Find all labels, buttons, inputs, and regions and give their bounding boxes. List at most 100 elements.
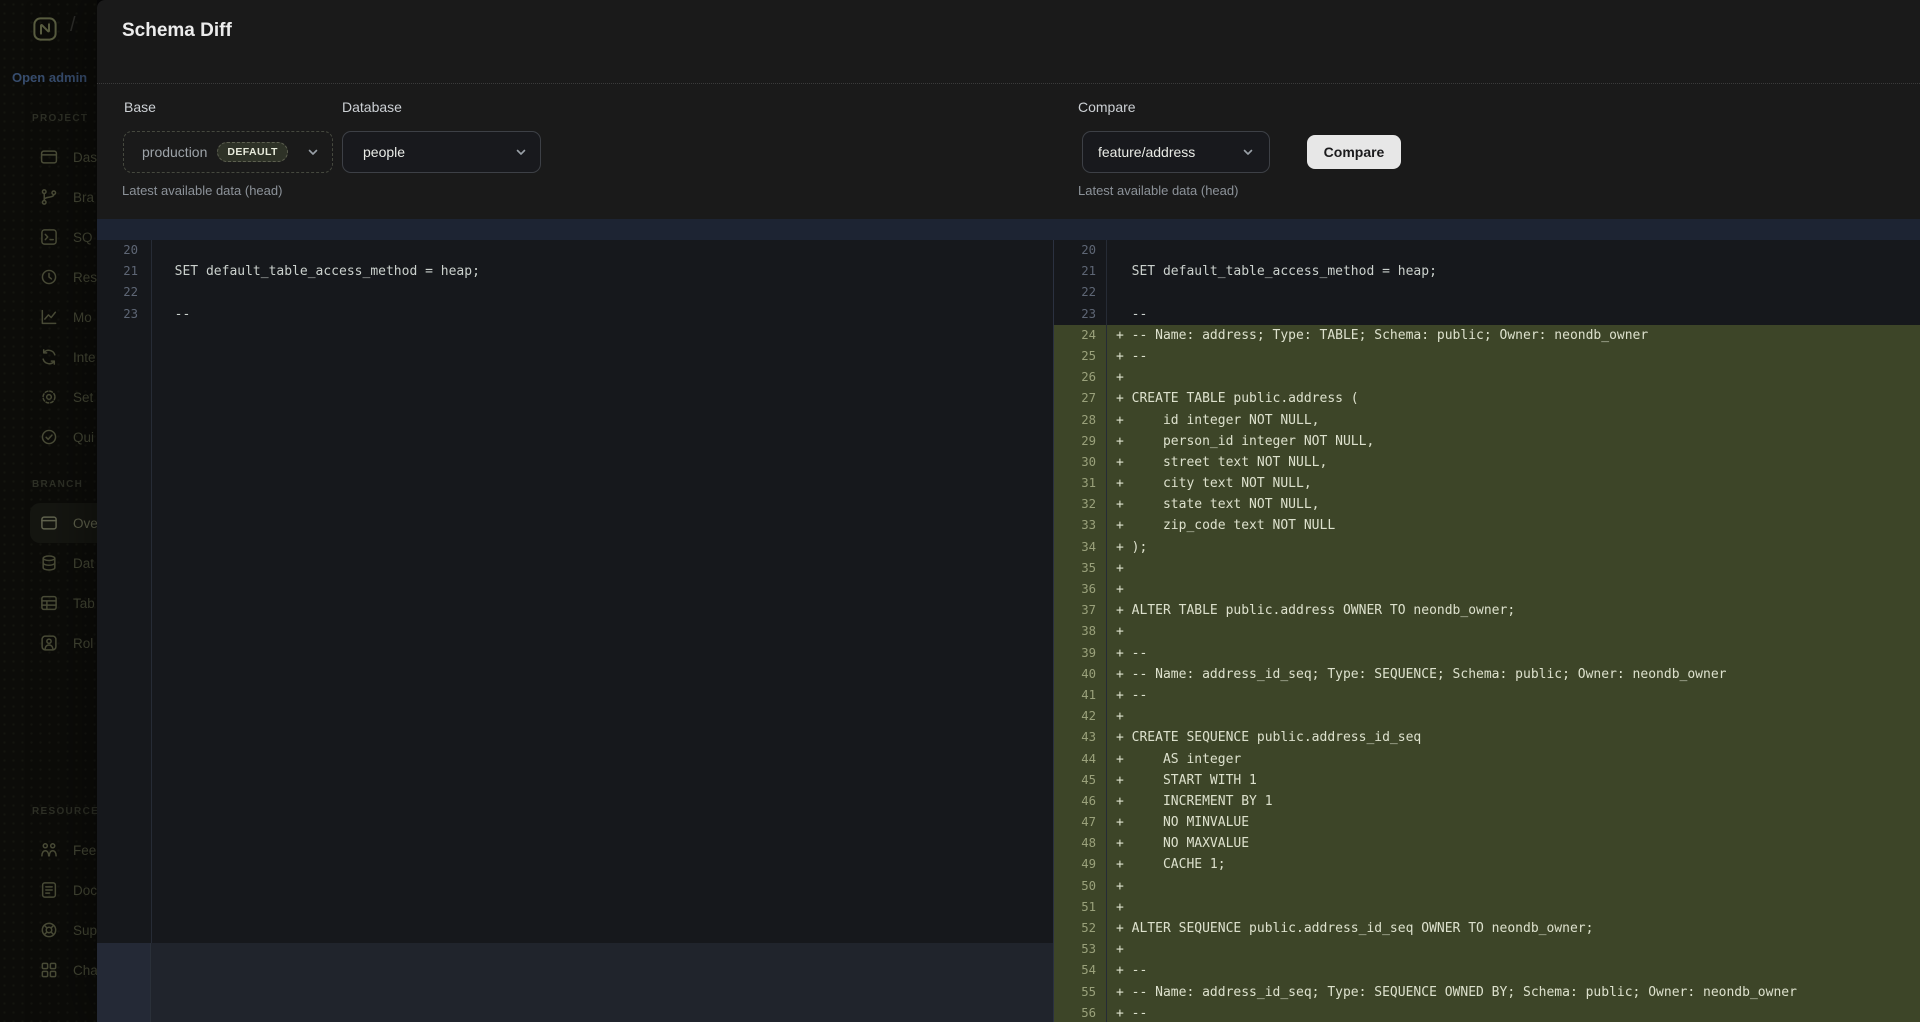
diff-line: 31+ city text NOT NULL, (1054, 473, 1920, 494)
line-number: 26 (1054, 367, 1106, 388)
page-title: Schema Diff (122, 20, 232, 42)
diff-line: 44+ AS integer (1054, 749, 1920, 770)
line-number: 52 (1054, 918, 1106, 939)
diff-line: 33+ zip_code text NOT NULL (1054, 515, 1920, 536)
line-number: 48 (1054, 833, 1106, 854)
line-content (151, 282, 159, 303)
diff-line: 53+ (1054, 939, 1920, 960)
hunk-header: @@ -20,8 +20,46 @@ (97, 219, 1920, 240)
diff-line: 46+ INCREMENT BY 1 (1054, 791, 1920, 812)
line-content: + street text NOT NULL, (1106, 452, 1327, 473)
line-number: 23 (1054, 304, 1106, 325)
line-number: 34 (1054, 537, 1106, 558)
modal-backdrop[interactable] (0, 0, 97, 1022)
diff-line: 23 -- (1054, 304, 1920, 325)
diff-line: 47+ NO MINVALUE (1054, 812, 1920, 833)
line-number: 51 (1054, 897, 1106, 918)
line-content: + -- Name: address_id_seq; Type: SEQUENC… (1106, 664, 1726, 685)
diff-line: 25+ -- (1054, 346, 1920, 367)
diff-line: 24+ -- Name: address; Type: TABLE; Schem… (1054, 325, 1920, 346)
diff-line: 49+ CACHE 1; (1054, 854, 1920, 875)
compare-button[interactable]: Compare (1307, 135, 1401, 169)
line-number: 43 (1054, 727, 1106, 748)
header-divider (97, 83, 1920, 84)
line-number: 20 (97, 240, 151, 261)
diff-pane-compare[interactable]: 2021 SET default_table_access_method = h… (1053, 240, 1920, 1022)
line-content: + (1106, 876, 1124, 897)
line-number: 22 (1054, 282, 1106, 303)
diff-line: 27+ CREATE TABLE public.address ( (1054, 388, 1920, 409)
diff-line: 50+ (1054, 876, 1920, 897)
database-value: people (363, 144, 405, 160)
line-content: -- (1106, 304, 1147, 325)
line-number: 47 (1054, 812, 1106, 833)
diff-line: 22 (1054, 282, 1920, 303)
line-number: 39 (1054, 643, 1106, 664)
diff-line: 54+ -- (1054, 960, 1920, 981)
diff-pane-base[interactable]: 2021 SET default_table_access_method = h… (97, 240, 1053, 1022)
diff-line: 34+ ); (1054, 537, 1920, 558)
line-content: + -- (1106, 1003, 1147, 1022)
diff-line: 42+ (1054, 706, 1920, 727)
diff-line: 55+ -- Name: address_id_seq; Type: SEQUE… (1054, 982, 1920, 1003)
schema-diff-viewer: @@ -20,8 +20,46 @@ 2021 SET default_tabl… (97, 219, 1920, 1022)
base-hint: Latest available data (head) (122, 183, 282, 198)
line-content (1106, 282, 1116, 303)
diff-line: 37+ ALTER TABLE public.address OWNER TO … (1054, 600, 1920, 621)
diff-line: 45+ START WITH 1 (1054, 770, 1920, 791)
line-number: 32 (1054, 494, 1106, 515)
base-branch-select[interactable]: production DEFAULT (123, 131, 333, 173)
line-content: + state text NOT NULL, (1106, 494, 1320, 515)
diff-line: 56+ -- (1054, 1003, 1920, 1022)
diff-line: 40+ -- Name: address_id_seq; Type: SEQUE… (1054, 664, 1920, 685)
diff-line: 41+ -- (1054, 685, 1920, 706)
line-content: + AS integer (1106, 749, 1241, 770)
line-content: + -- (1106, 346, 1147, 367)
line-content: + (1106, 939, 1124, 960)
line-number: 44 (1054, 749, 1106, 770)
line-content: + (1106, 579, 1124, 600)
diff-line: 28+ id integer NOT NULL, (1054, 410, 1920, 431)
diff-line: 30+ street text NOT NULL, (1054, 452, 1920, 473)
line-number: 31 (1054, 473, 1106, 494)
chevron-down-icon (514, 145, 528, 159)
database-select[interactable]: people (342, 131, 541, 173)
line-number: 22 (97, 282, 151, 303)
schema-diff-panel: Schema Diff Base production DEFAULT Data… (97, 0, 1920, 1022)
line-content: + NO MINVALUE (1106, 812, 1249, 833)
line-content: + -- (1106, 643, 1147, 664)
diff-spacer-gutter (97, 943, 151, 1022)
diff-line: 23 -- (97, 304, 1053, 325)
base-branch-value: production (142, 144, 207, 160)
diff-line: 52+ ALTER SEQUENCE public.address_id_seq… (1054, 918, 1920, 939)
line-number: 25 (1054, 346, 1106, 367)
line-number: 53 (1054, 939, 1106, 960)
base-label: Base (124, 99, 156, 115)
line-content: + CACHE 1; (1106, 854, 1226, 875)
diff-panes: 2021 SET default_table_access_method = h… (97, 240, 1920, 1022)
line-content: + -- (1106, 685, 1147, 706)
line-content: + city text NOT NULL, (1106, 473, 1312, 494)
line-number: 50 (1054, 876, 1106, 897)
compare-branch-select[interactable]: feature/address (1082, 131, 1270, 173)
diff-line: 29+ person_id integer NOT NULL, (1054, 431, 1920, 452)
line-number: 46 (1054, 791, 1106, 812)
diff-spacer (97, 943, 1053, 1022)
line-content: + START WITH 1 (1106, 770, 1257, 791)
diff-line: 51+ (1054, 897, 1920, 918)
line-content: + CREATE TABLE public.address ( (1106, 388, 1359, 409)
chevron-down-icon (1241, 145, 1255, 159)
line-content: + (1106, 897, 1124, 918)
line-content: + (1106, 706, 1124, 727)
database-label: Database (342, 99, 402, 115)
line-content: + INCREMENT BY 1 (1106, 791, 1273, 812)
line-number: 41 (1054, 685, 1106, 706)
line-number: 49 (1054, 854, 1106, 875)
line-number: 20 (1054, 240, 1106, 261)
line-content: SET default_table_access_method = heap; (1106, 261, 1437, 282)
line-content: + (1106, 558, 1124, 579)
line-number: 24 (1054, 325, 1106, 346)
line-content: + person_id integer NOT NULL, (1106, 431, 1374, 452)
diff-line: 26+ (1054, 367, 1920, 388)
line-number: 56 (1054, 1003, 1106, 1022)
